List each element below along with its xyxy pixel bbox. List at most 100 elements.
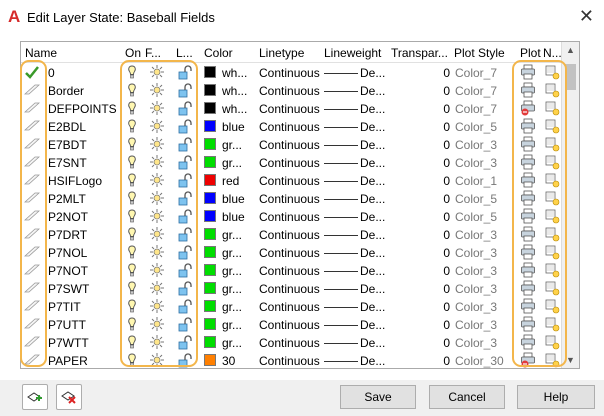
lineweight[interactable]: De... — [360, 119, 390, 135]
freeze-sun-icon[interactable] — [149, 334, 165, 350]
freeze-sun-icon[interactable] — [149, 262, 165, 278]
unlocked-icon[interactable] — [176, 190, 192, 206]
transparency[interactable]: 0 — [393, 65, 450, 81]
freeze-sun-icon[interactable] — [149, 316, 165, 332]
plot-printer-icon[interactable] — [520, 316, 536, 332]
scroll-thumb[interactable] — [565, 64, 576, 90]
color-swatch[interactable] — [204, 84, 216, 96]
unlocked-icon[interactable] — [176, 352, 192, 368]
on-bulb-icon[interactable] — [124, 244, 140, 260]
table-row[interactable]: P7SWT gr... Continuous De... 0 Color_3 — [21, 279, 561, 297]
on-bulb-icon[interactable] — [124, 208, 140, 224]
col-lock[interactable]: L... — [176, 46, 196, 60]
linetype[interactable]: Continuous — [259, 137, 321, 153]
table-row[interactable]: HSIFLogo red Continuous De... 0 Color_1 — [21, 171, 561, 189]
on-bulb-icon[interactable] — [124, 262, 140, 278]
transparency[interactable]: 0 — [393, 101, 450, 117]
lineweight[interactable]: De... — [360, 263, 390, 279]
unlocked-icon[interactable] — [176, 298, 192, 314]
color-swatch[interactable] — [204, 102, 216, 114]
table-row[interactable]: P2MLT blue Continuous De... 0 Color_5 — [21, 189, 561, 207]
col-plot-style[interactable]: Plot Style — [454, 46, 514, 60]
linetype[interactable]: Continuous — [259, 353, 321, 368]
color-swatch[interactable] — [204, 354, 216, 366]
lineweight[interactable]: De... — [360, 173, 390, 189]
new-vp-freeze-icon[interactable] — [544, 190, 560, 206]
table-row[interactable]: E2BDL blue Continuous De... 0 Color_5 — [21, 117, 561, 135]
freeze-sun-icon[interactable] — [149, 64, 165, 80]
col-color[interactable]: Color — [204, 46, 248, 60]
lineweight[interactable]: De... — [360, 227, 390, 243]
color-name[interactable]: gr... — [222, 299, 256, 315]
new-vp-freeze-icon[interactable] — [544, 118, 560, 134]
table-row[interactable]: P7TIT gr... Continuous De... 0 Color_3 — [21, 297, 561, 315]
linetype[interactable]: Continuous — [259, 101, 321, 117]
color-swatch[interactable] — [204, 210, 216, 222]
color-name[interactable]: wh... — [222, 101, 256, 117]
scroll-down-icon[interactable]: ▼ — [562, 355, 579, 365]
unlocked-icon[interactable] — [176, 64, 192, 80]
unlocked-icon[interactable] — [176, 334, 192, 350]
new-vp-freeze-icon[interactable] — [544, 64, 560, 80]
new-vp-freeze-icon[interactable] — [544, 316, 560, 332]
color-name[interactable]: wh... — [222, 65, 256, 81]
color-swatch[interactable] — [204, 300, 216, 312]
transparency[interactable]: 0 — [393, 317, 450, 333]
transparency[interactable]: 0 — [393, 191, 450, 207]
lineweight[interactable]: De... — [360, 191, 390, 207]
vertical-scrollbar[interactable]: ▲ ▼ — [561, 42, 579, 368]
color-name[interactable]: red — [222, 173, 256, 189]
linetype[interactable]: Continuous — [259, 317, 321, 333]
lineweight[interactable]: De... — [360, 137, 390, 153]
transparency[interactable]: 0 — [393, 281, 450, 297]
unlocked-icon[interactable] — [176, 262, 192, 278]
col-on[interactable]: On — [125, 46, 143, 60]
color-swatch[interactable] — [204, 336, 216, 348]
freeze-sun-icon[interactable] — [149, 226, 165, 242]
plot-printer-icon[interactable] — [520, 190, 536, 206]
unlocked-icon[interactable] — [176, 226, 192, 242]
lineweight[interactable]: De... — [360, 353, 390, 368]
transparency[interactable]: 0 — [393, 119, 450, 135]
unlocked-icon[interactable] — [176, 280, 192, 296]
table-row[interactable]: 0 wh... Continuous De... 0 Color_7 — [21, 63, 561, 81]
linetype[interactable]: Continuous — [259, 335, 321, 351]
linetype[interactable]: Continuous — [259, 263, 321, 279]
color-name[interactable]: gr... — [222, 137, 256, 153]
transparency[interactable]: 0 — [393, 299, 450, 315]
col-name[interactable]: Name — [25, 46, 71, 60]
plot-printer-icon[interactable] — [520, 136, 536, 152]
add-layers-button[interactable] — [22, 384, 48, 410]
transparency[interactable]: 0 — [393, 173, 450, 189]
color-name[interactable]: blue — [222, 119, 256, 135]
color-swatch[interactable] — [204, 246, 216, 258]
linetype[interactable]: Continuous — [259, 155, 321, 171]
table-row[interactable]: E7BDT gr... Continuous De... 0 Color_3 — [21, 135, 561, 153]
unlocked-icon[interactable] — [176, 208, 192, 224]
on-bulb-icon[interactable] — [124, 136, 140, 152]
new-vp-freeze-icon[interactable] — [544, 208, 560, 224]
table-row[interactable]: P7WTT gr... Continuous De... 0 Color_3 — [21, 333, 561, 351]
col-linetype[interactable]: Linetype — [259, 46, 319, 60]
freeze-sun-icon[interactable] — [149, 136, 165, 152]
no-plot-printer-icon[interactable] — [520, 100, 536, 116]
lineweight[interactable]: De... — [360, 335, 390, 351]
lineweight[interactable]: De... — [360, 245, 390, 261]
on-bulb-icon[interactable] — [124, 280, 140, 296]
new-vp-freeze-icon[interactable] — [544, 136, 560, 152]
new-vp-freeze-icon[interactable] — [544, 154, 560, 170]
freeze-sun-icon[interactable] — [149, 82, 165, 98]
color-name[interactable]: blue — [222, 191, 256, 207]
plot-printer-icon[interactable] — [520, 244, 536, 260]
lineweight[interactable]: De... — [360, 209, 390, 225]
new-vp-freeze-icon[interactable] — [544, 334, 560, 350]
freeze-sun-icon[interactable] — [149, 118, 165, 134]
table-row[interactable]: PAPER 30 Continuous De... 0 Color_30 — [21, 351, 561, 368]
plot-printer-icon[interactable] — [520, 280, 536, 296]
table-row[interactable]: E7SNT gr... Continuous De... 0 Color_3 — [21, 153, 561, 171]
transparency[interactable]: 0 — [393, 227, 450, 243]
color-name[interactable]: gr... — [222, 281, 256, 297]
table-row[interactable]: Border wh... Continuous De... 0 Color_7 — [21, 81, 561, 99]
plot-printer-icon[interactable] — [520, 118, 536, 134]
linetype[interactable]: Continuous — [259, 83, 321, 99]
